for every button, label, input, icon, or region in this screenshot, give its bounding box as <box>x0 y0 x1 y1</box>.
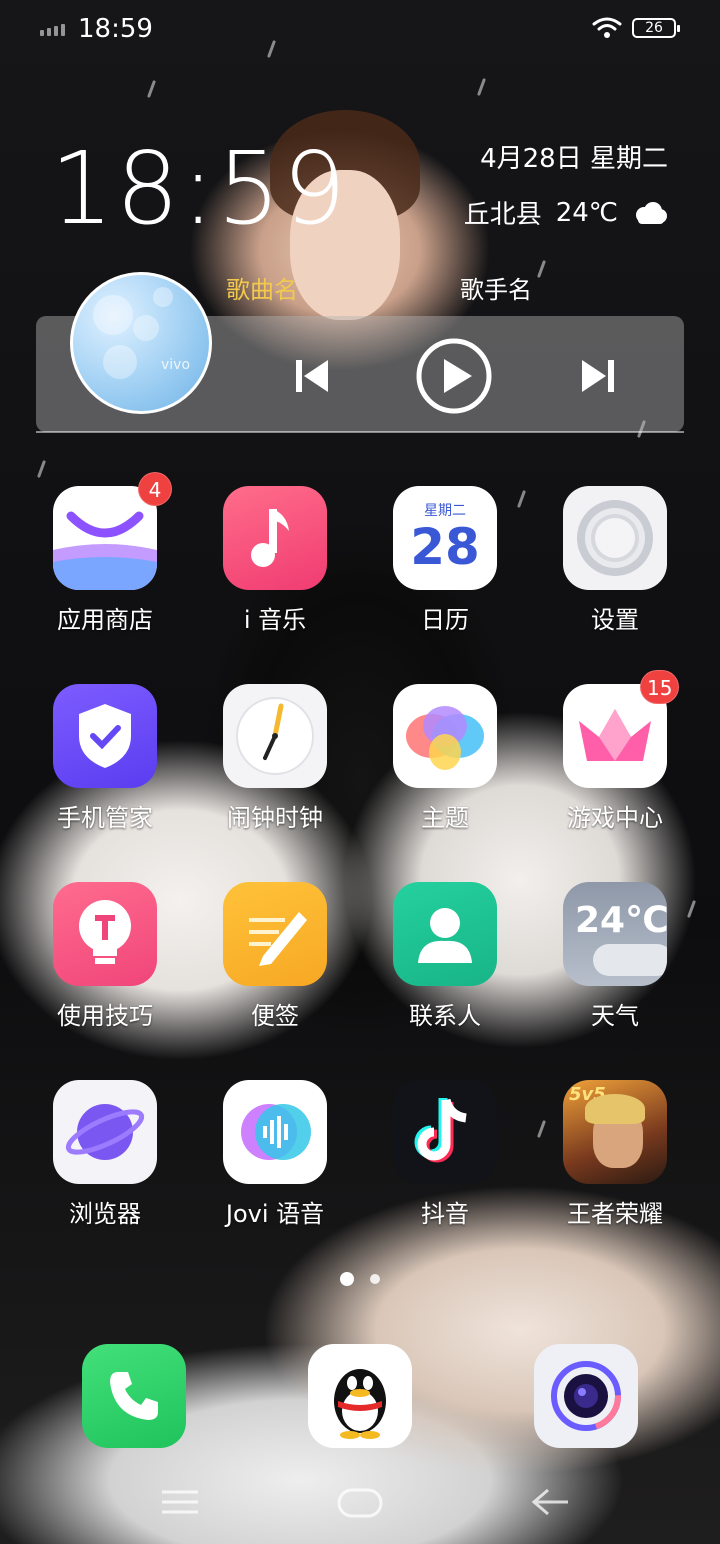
temperature-label: 24℃ <box>555 197 618 228</box>
app-label: 浏览器 <box>69 1200 141 1228</box>
app-label: 日历 <box>421 606 469 634</box>
camera-icon[interactable] <box>534 1344 638 1448</box>
app-label: 联系人 <box>409 1002 481 1030</box>
app-label: i 音乐 <box>243 606 307 634</box>
navigation-bar <box>0 1476 720 1532</box>
music-icon <box>223 486 327 590</box>
battery-icon: 26 <box>632 18 680 38</box>
browser-icon <box>53 1080 157 1184</box>
next-track-icon[interactable] <box>578 340 618 410</box>
weather-app[interactable]: 24℃ 天气 <box>530 882 700 1031</box>
tips-icon <box>53 882 157 986</box>
app-store-icon <box>53 486 157 590</box>
theme-icon <box>393 684 497 788</box>
app-label: 王者荣耀 <box>567 1200 663 1228</box>
app-label: 抖音 <box>421 1200 469 1228</box>
weather-summary[interactable]: 丘北县 24℃ <box>464 194 668 231</box>
clock-widget-time[interactable]: 18:59 <box>50 130 348 247</box>
clock-icon <box>223 684 327 788</box>
app-label: 设置 <box>591 606 639 634</box>
location-label: 丘北县 <box>463 200 542 230</box>
music-progress <box>36 431 684 433</box>
clock-widget-date: 4月28日 星期二 <box>480 144 668 174</box>
song-title: 歌曲名 <box>226 276 298 304</box>
page-dot-active[interactable] <box>340 1272 354 1286</box>
app-label: 主题 <box>421 804 469 832</box>
page-indicator <box>0 1272 720 1286</box>
honor-of-kings-icon: 5v5 <box>563 1080 667 1184</box>
app-store[interactable]: 4 应用商店 <box>20 472 190 635</box>
clock-app[interactable]: 闹钟时钟 <box>190 684 360 833</box>
tips-app[interactable]: 使用技巧 <box>20 882 190 1031</box>
contacts-icon <box>393 882 497 986</box>
theme-app[interactable]: 主题 <box>360 684 530 833</box>
app-label: 游戏中心 <box>567 804 663 832</box>
calendar-weekday: 星期二 <box>424 503 466 519</box>
game-center-app[interactable]: 15 游戏中心 <box>530 670 700 833</box>
app-store-badge: 4 <box>138 472 172 506</box>
game-center-badge: 15 <box>640 670 680 704</box>
cloud-icon <box>636 201 667 224</box>
settings-app[interactable]: 设置 <box>530 486 700 635</box>
honor-of-kings-app[interactable]: 5v5 王者荣耀 <box>530 1080 700 1229</box>
notes-icon <box>223 882 327 986</box>
voice-assistant-icon <box>223 1080 327 1184</box>
weather-icon: 24℃ <box>563 882 667 986</box>
app-label: Jovi 语音 <box>225 1200 325 1228</box>
app-label: 闹钟时钟 <box>227 804 323 832</box>
calendar-day: 28 <box>410 518 480 576</box>
app-label: 应用商店 <box>57 606 153 634</box>
status-time: 18:59 <box>78 14 153 44</box>
voice-assistant-app[interactable]: Jovi 语音 <box>190 1080 360 1229</box>
qq-icon[interactable] <box>308 1344 412 1448</box>
browser-app[interactable]: 浏览器 <box>20 1080 190 1229</box>
wifi-icon <box>592 17 622 38</box>
app-label: 天气 <box>591 1002 639 1030</box>
contacts-app[interactable]: 联系人 <box>360 882 530 1031</box>
app-label: 使用技巧 <box>57 1002 153 1030</box>
back-icon[interactable] <box>530 1486 570 1518</box>
disc-brand: vivo <box>161 357 191 373</box>
status-bar: 18:59 26 <box>0 0 720 58</box>
calendar-icon: 星期二 28 <box>393 486 497 590</box>
settings-icon <box>563 486 667 590</box>
menu-icon[interactable] <box>160 1486 200 1518</box>
album-disc[interactable]: vivo <box>70 272 212 414</box>
calendar-app[interactable]: 星期二 28 日历 <box>360 486 530 635</box>
artist-name: 歌手名 <box>460 276 532 304</box>
notes-app[interactable]: 便签 <box>190 882 360 1031</box>
app-label: 便签 <box>251 1002 299 1030</box>
app-label: 手机管家 <box>57 804 153 832</box>
phone-manager-icon <box>53 684 157 788</box>
previous-track-icon[interactable] <box>292 340 332 410</box>
weather-temp: 24℃ <box>575 900 667 941</box>
home-icon[interactable] <box>336 1486 384 1520</box>
douyin-icon <box>393 1080 497 1184</box>
page-dot[interactable] <box>370 1274 380 1284</box>
play-icon[interactable] <box>414 336 494 416</box>
phone-icon[interactable] <box>82 1344 186 1448</box>
phone-manager-app[interactable]: 手机管家 <box>20 684 190 833</box>
signal-icon <box>40 24 65 36</box>
douyin-app[interactable]: 抖音 <box>360 1080 530 1229</box>
music-app[interactable]: i 音乐 <box>190 486 360 635</box>
